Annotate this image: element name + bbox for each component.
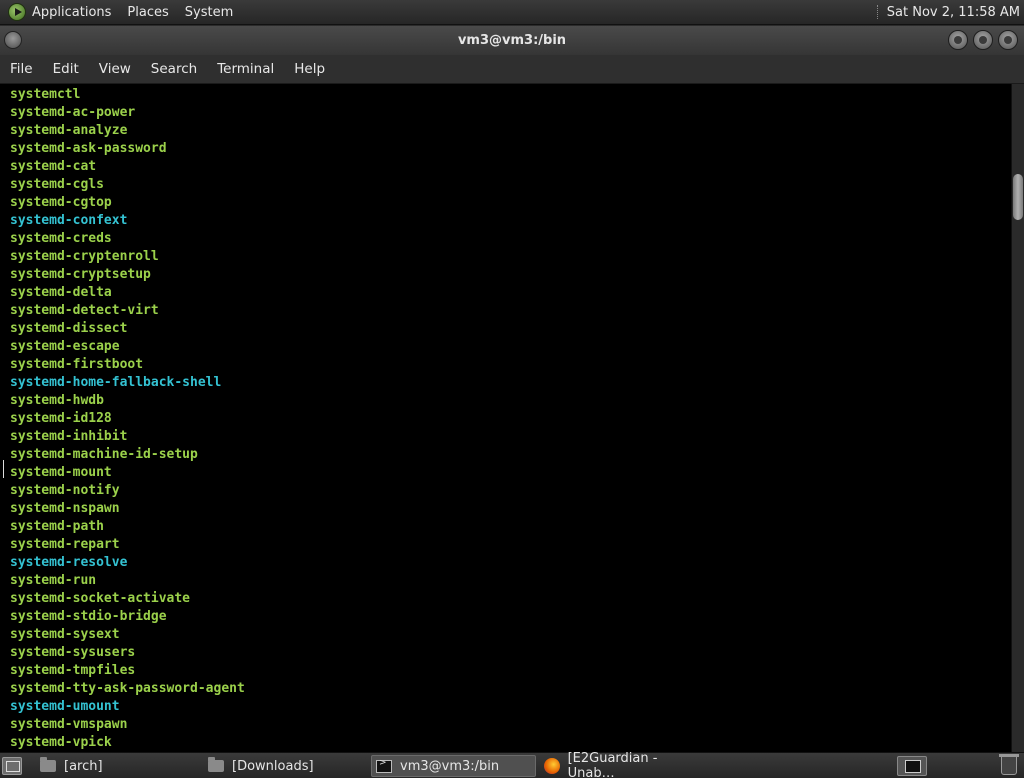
terminal-menubar: File Edit View Search Terminal Help	[0, 55, 1024, 84]
menu-file[interactable]: File	[10, 61, 33, 77]
task-firefox[interactable]: [E2Guardian - Unab…	[540, 751, 705, 778]
task-label: [arch]	[64, 758, 103, 774]
terminal-line: systemd-dissect	[10, 321, 128, 336]
terminal-line: systemd-ac-power	[10, 105, 136, 120]
terminal-line: systemd-umount	[10, 699, 120, 714]
terminal-icon	[376, 758, 392, 773]
terminal-line: systemd-sysext	[10, 627, 120, 642]
folder-icon	[208, 757, 224, 772]
terminal-line: systemd-cgls	[10, 177, 104, 192]
terminal-line: systemd-confext	[10, 213, 128, 228]
terminal-line: systemd-home-fallback-shell	[10, 375, 222, 390]
task-label: [E2Guardian - Unab…	[567, 751, 658, 778]
folder-icon	[40, 757, 56, 772]
show-desktop-icon[interactable]	[2, 757, 22, 775]
distro-logo-icon[interactable]	[8, 3, 26, 21]
terminal-line: systemd-detect-virt	[10, 303, 159, 318]
trash-icon[interactable]	[999, 754, 1019, 775]
system-menu[interactable]: System	[185, 5, 233, 20]
bottom-taskbar: [arch] [Downloads] vm3@vm3:/bin [E2Guard…	[0, 751, 1024, 778]
window-title: vm3@vm3:/bin	[457, 33, 567, 48]
terminal-line: systemd-mount	[10, 465, 112, 480]
places-menu[interactable]: Places	[127, 5, 168, 20]
terminal-line: systemd-vpick	[10, 735, 112, 750]
maximize-button[interactable]	[973, 30, 993, 50]
panel-separator	[876, 5, 879, 19]
task-terminal[interactable]: vm3@vm3:/bin	[371, 755, 536, 777]
terminal-line: systemd-resolve	[10, 555, 128, 570]
terminal-line: systemd-hwdb	[10, 393, 104, 408]
terminal-line: systemd-ask-password	[10, 141, 167, 156]
task-arch[interactable]: [arch]	[36, 755, 198, 777]
terminal-line: systemd-path	[10, 519, 104, 534]
terminal-line: systemd-cryptsetup	[10, 267, 151, 282]
terminal-line: systemd-repart	[10, 537, 120, 552]
terminal-line: systemd-nspawn	[10, 501, 120, 516]
applications-menu[interactable]: Applications	[32, 5, 111, 20]
terminal-output[interactable]: systemctl systemd-ac-power systemd-analyze…	[0, 84, 1011, 752]
terminal-line: systemd-socket-activate	[10, 591, 191, 606]
terminal-line: systemd-vmspawn	[10, 717, 128, 732]
menu-help[interactable]: Help	[294, 61, 325, 77]
terminal-line: systemd-cat	[10, 159, 97, 174]
terminal-line: systemd-creds	[10, 231, 112, 246]
workspace-switcher-icon[interactable]	[897, 756, 927, 776]
minimize-button[interactable]	[948, 30, 968, 50]
window-menu-icon[interactable]	[4, 31, 22, 49]
task-label: [Downloads]	[232, 758, 314, 774]
terminal-line: systemd-escape	[10, 339, 120, 354]
ibeam-cursor-icon	[2, 460, 6, 478]
terminal-line: systemd-notify	[10, 483, 120, 498]
menu-search[interactable]: Search	[151, 61, 197, 77]
terminal-line: systemd-firstboot	[10, 357, 144, 372]
window-titlebar[interactable]: vm3@vm3:/bin	[0, 26, 1024, 55]
menu-terminal[interactable]: Terminal	[217, 61, 274, 77]
task-label: vm3@vm3:/bin	[400, 758, 500, 774]
terminal-line: systemd-analyze	[10, 123, 128, 138]
terminal-scrollbar[interactable]	[1011, 84, 1024, 752]
firefox-icon	[544, 758, 560, 774]
scrollbar-thumb[interactable]	[1013, 174, 1023, 220]
task-downloads[interactable]: [Downloads]	[204, 755, 366, 777]
terminal-line: systemd-tty-ask-password-agent	[10, 681, 245, 696]
terminal-line: systemctl	[10, 87, 81, 102]
terminal-line: systemd-stdio-bridge	[10, 609, 167, 624]
clock[interactable]: Sat Nov 2, 11:58 AM	[887, 5, 1020, 20]
menu-view[interactable]: View	[99, 61, 131, 77]
terminal-line: systemd-tmpfiles	[10, 663, 136, 678]
terminal-line: systemd-machine-id-setup	[10, 447, 198, 462]
terminal-line: systemd-id128	[10, 411, 112, 426]
terminal-line: systemd-run	[10, 573, 97, 588]
terminal-line: systemd-cgtop	[10, 195, 112, 210]
close-button[interactable]	[998, 30, 1018, 50]
terminal-line: systemd-sysusers	[10, 645, 136, 660]
terminal-line: systemd-cryptenroll	[10, 249, 159, 264]
menu-edit[interactable]: Edit	[53, 61, 79, 77]
terminal-line: systemd-delta	[10, 285, 112, 300]
top-panel: Applications Places System Sat Nov 2, 11…	[0, 0, 1024, 25]
terminal-line: systemd-inhibit	[10, 429, 128, 444]
